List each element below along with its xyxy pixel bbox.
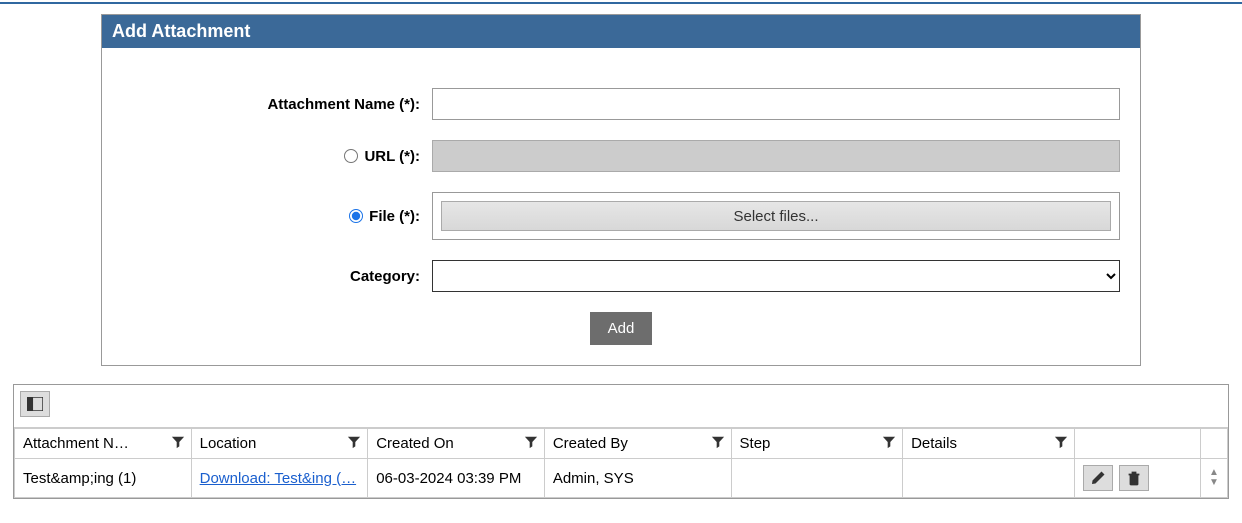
file-label: File (*): (369, 208, 420, 225)
col-header-attachment-name[interactable]: Attachment N… (15, 429, 192, 459)
cell-attachment-name: Test&amp;ing (1) (15, 459, 192, 498)
cell-step (731, 459, 903, 498)
cell-actions (1074, 459, 1200, 498)
trash-icon (1126, 470, 1142, 486)
delete-button[interactable] (1119, 465, 1149, 491)
panel-title: Add Attachment (102, 15, 1140, 48)
download-link[interactable]: Download: Test&ing (… (200, 470, 356, 487)
spinner-up-icon[interactable]: ▲ (1209, 469, 1219, 477)
filter-icon[interactable] (711, 435, 725, 453)
filter-icon[interactable] (882, 435, 896, 453)
filter-icon[interactable] (1054, 435, 1068, 453)
add-attachment-panel: Add Attachment Attachment Name (*): URL … (101, 14, 1141, 366)
pencil-icon (1090, 470, 1106, 486)
filter-icon[interactable] (347, 435, 361, 453)
cell-details (903, 459, 1075, 498)
file-radio[interactable] (349, 209, 363, 223)
attachment-name-input[interactable] (432, 88, 1120, 120)
col-header-details[interactable]: Details (903, 429, 1075, 459)
filter-icon[interactable] (524, 435, 538, 453)
cell-location: Download: Test&ing (… (191, 459, 368, 498)
edit-button[interactable] (1083, 465, 1113, 491)
col-header-spinner (1200, 429, 1227, 459)
url-label: URL (*): (364, 148, 420, 165)
attachments-grid: Attachment N… Location Created On Create… (13, 384, 1229, 499)
col-header-created-on[interactable]: Created On (368, 429, 545, 459)
category-label: Category: (122, 268, 432, 285)
attachment-name-label: Attachment Name (*): (122, 96, 432, 113)
col-header-step[interactable]: Step (731, 429, 903, 459)
url-radio[interactable] (344, 149, 358, 163)
col-header-location[interactable]: Location (191, 429, 368, 459)
file-upload-box: Select files... (432, 192, 1120, 240)
url-input-disabled (432, 140, 1120, 172)
cell-spinner: ▲ ▼ (1200, 459, 1227, 498)
columns-icon (27, 397, 43, 411)
column-chooser-button[interactable] (20, 391, 50, 417)
category-select[interactable] (432, 260, 1120, 292)
select-files-button[interactable]: Select files... (441, 201, 1111, 231)
cell-created-on: 06-03-2024 03:39 PM (368, 459, 545, 498)
add-button[interactable]: Add (590, 312, 653, 345)
col-header-actions (1074, 429, 1200, 459)
table-row: Test&amp;ing (1) Download: Test&ing (… 0… (15, 459, 1228, 498)
filter-icon[interactable] (171, 435, 185, 453)
col-header-created-by[interactable]: Created By (544, 429, 731, 459)
cell-created-by: Admin, SYS (544, 459, 731, 498)
spinner-down-icon[interactable]: ▼ (1209, 479, 1219, 487)
